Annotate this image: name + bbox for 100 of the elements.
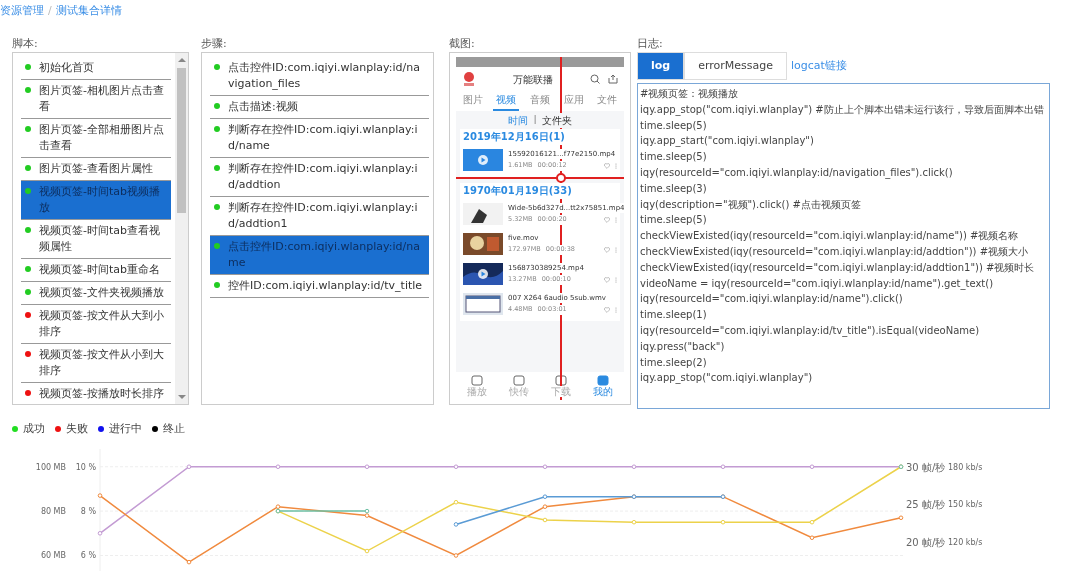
panel-label: 脚本:: [12, 36, 39, 52]
item-text: 视频页签-按文件从小到大排序: [39, 347, 165, 379]
heart-icon[interactable]: [604, 217, 610, 224]
nav-tab-label[interactable]: 我的: [593, 386, 613, 397]
axis-tick-label: 60 MB: [40, 551, 66, 561]
axis-tick-label: 30 帧/秒: [906, 461, 946, 473]
axis-tick-label: 20 帧/秒: [906, 536, 946, 548]
app-title: 万能联播: [512, 72, 554, 87]
panel-label: 步骤:: [201, 36, 228, 52]
log-line: checkViewExisted(iqy(resourceId="com.iqiyi.wlanplay:id/addtion1")) #视频时长: [640, 260, 1036, 275]
log-line: time.sleep(2): [640, 355, 708, 370]
panel-label: 截图:: [449, 36, 476, 52]
log-line: time.sleep(3): [640, 181, 708, 196]
search-icon[interactable]: [590, 74, 600, 84]
heart-icon[interactable]: [604, 163, 610, 170]
item-text: 视频页签-时间tab查看视频属性: [39, 223, 161, 255]
phone-tab[interactable]: 音频: [527, 93, 553, 111]
list-item[interactable]: 判断存在控件ID:com.iqiyi.wlanplay:id/addtion: [210, 158, 429, 197]
item-text: 控件ID:com.iqiyi.wlanplay:id/tv_title: [228, 278, 423, 294]
log-line: iqy(description="视频").click() #点击视频页签: [640, 197, 862, 212]
upload-icon[interactable]: [608, 74, 618, 84]
heart-icon[interactable]: [604, 247, 610, 254]
scroll-down-icon[interactable]: [177, 395, 186, 399]
log-tab[interactable]: errorMessage: [684, 52, 788, 80]
breadcrumb-link[interactable]: 测试集合详情: [55, 2, 122, 20]
log-line: checkViewExisted(iqy(resourceId="com.iqiyi.wlanplay:id/addtion")) #视频大小: [640, 244, 1029, 259]
phone-tab[interactable]: 视频: [493, 93, 520, 111]
item-text: 点击描述:视频: [228, 99, 298, 115]
scroll-up-icon[interactable]: [177, 58, 186, 62]
legend-label: 成功: [23, 420, 45, 437]
logo-icon: [462, 71, 476, 87]
axis-tick-label: 120 kb/s: [948, 537, 983, 547]
breadcrumb-link[interactable]: 资源管理: [0, 2, 44, 20]
item-text: 判断存在控件ID:com.iqiyi.wlanplay:id/name: [228, 122, 419, 154]
list-item[interactable]: 点击控件ID:com.iqiyi.wlanplay:id/navigation_files: [210, 57, 429, 96]
axis-tick-label: 80 MB: [40, 507, 66, 517]
log-line: time.sleep(5): [640, 118, 708, 133]
item-text: 初始化首页: [39, 60, 94, 76]
log-line: time.sleep(5): [640, 150, 708, 165]
list-item[interactable]: 视频页签-时间tab重命名: [21, 259, 171, 282]
scrollbar[interactable]: [175, 53, 188, 404]
scroll-thumb[interactable]: [177, 68, 186, 213]
phone-tab[interactable]: 应用: [560, 93, 587, 111]
heart-icon[interactable]: [604, 307, 610, 314]
list-item[interactable]: 视频页签-按文件从大到小排序: [21, 305, 171, 344]
phone-tab[interactable]: 图片: [459, 93, 486, 111]
item-text: 视频页签-时间tab视频播放: [39, 184, 161, 216]
phone-subtab[interactable]: 文件夹: [542, 112, 573, 128]
log-line: iqy.app_stop("com.iqiyi.wlanplay") #防止上个脚本出错未运行该行，导致后面脚本出错: [640, 102, 1045, 118]
log-line: iqy.app_start("com.iqiyi.wlanplay"): [640, 134, 815, 149]
group-date: 1970年01月19日(33): [463, 183, 572, 199]
nav-tab-icon[interactable]: [597, 375, 609, 386]
list-item[interactable]: 初始化首页: [21, 57, 171, 80]
list-item[interactable]: 视频页签-时间tab查看视频属性: [21, 220, 171, 259]
item-text: 视频页签-按播放时长排序: [39, 386, 164, 402]
list-item[interactable]: 视频页签-按播放时长排序: [21, 383, 171, 404]
item-text: 图片页签-查看图片属性: [39, 161, 153, 177]
breadcrumb-separator: /: [48, 2, 52, 19]
heart-icon[interactable]: [604, 277, 610, 284]
nav-tab-icon[interactable]: [555, 375, 567, 386]
log-line: time.sleep(5): [640, 213, 708, 228]
nav-tab-icon[interactable]: [471, 375, 483, 386]
item-text: 图片页签-全部相册图片点击查看: [39, 122, 165, 154]
item-text: 判断存在控件ID:com.iqiyi.wlanplay:id/addtion1: [228, 200, 419, 232]
list-item[interactable]: 视频页签-文件夹视频播放: [21, 282, 171, 305]
item-text: 判断存在控件ID:com.iqiyi.wlanplay:id/addtion: [228, 161, 419, 193]
nav-tab-icon[interactable]: [513, 375, 525, 386]
item-text: 视频页签-时间tab重命名: [39, 262, 160, 278]
log-tab[interactable]: log: [637, 52, 685, 80]
log-line: iqy.press("back"): [640, 339, 726, 354]
log-line: time.sleep(1): [640, 308, 708, 323]
logcat-link[interactable]: logcat链接: [791, 57, 847, 75]
list-item[interactable]: 图片页签-相机图片点击查看: [21, 80, 171, 119]
list-item[interactable]: 图片页签-全部相册图片点击查看: [21, 119, 171, 158]
legend-label: 进行中: [109, 420, 142, 437]
phone-tab[interactable]: 文件: [594, 93, 621, 111]
axis-tick-label: 25 帧/秒: [906, 499, 946, 511]
item-text: 视频页签-按文件从大到小排序: [39, 308, 165, 340]
legend-label: 失败: [66, 420, 88, 437]
list-item[interactable]: 点击描述:视频: [210, 96, 429, 119]
phone-subtab[interactable]: 时间: [507, 112, 528, 128]
axis-tick-label: 8 %: [80, 507, 96, 517]
list-item[interactable]: 判断存在控件ID:com.iqiyi.wlanplay:id/name: [210, 119, 429, 158]
axis-tick-label: 150 kb/s: [948, 500, 983, 510]
log-line: iqy(resourceId="com.iqiyi.wlanplay:id/tv_title").isEqual(videoName): [640, 323, 981, 339]
axis-tick-label: 10 %: [75, 462, 96, 472]
axis-tick-label: 100 MB: [35, 462, 66, 472]
log-line: videoName = iqy(resourceId="com.iqiyi.wlanplay:id/name").get_text(): [640, 276, 995, 292]
item-text: 点击控件ID:com.iqiyi.wlanplay:id/navigation_files: [228, 60, 421, 92]
log-line: #视频页签：视频播放: [640, 87, 740, 101]
item-text: 图片页签-相机图片点击查看: [39, 83, 165, 115]
separator: |: [533, 114, 537, 126]
axis-tick-label: 180 kb/s: [948, 462, 983, 472]
list-item[interactable]: 控件ID:com.iqiyi.wlanplay:id/tv_title: [210, 275, 429, 298]
log-line: iqy(resourceId="com.iqiyi.wlanplay:id/name").click(): [640, 292, 904, 307]
log-textarea[interactable]: [637, 83, 1050, 409]
legend-label: 终止: [163, 420, 185, 437]
list-item[interactable]: 视频页签-按文件从小到大排序: [21, 344, 171, 383]
group-date: 2019年12月16日(1): [463, 129, 565, 145]
item-text: 视频页签-文件夹视频播放: [39, 285, 164, 301]
